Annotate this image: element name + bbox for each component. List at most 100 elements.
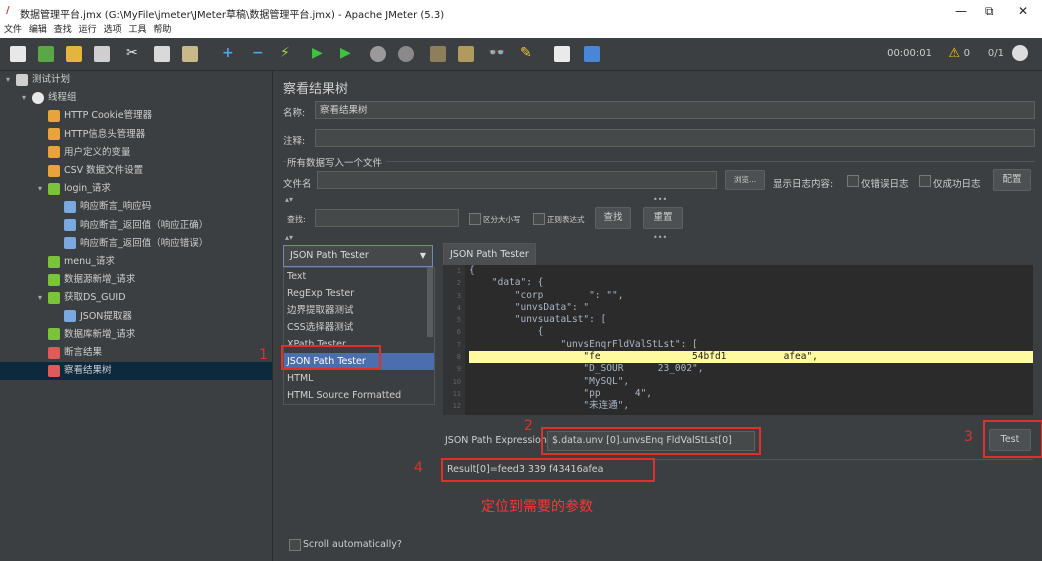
collapse-icon[interactable]: − [252, 45, 264, 61]
renderer-option[interactable]: HTML [284, 370, 434, 387]
save-icon[interactable] [94, 46, 110, 62]
tree-node-label: login_请求 [64, 183, 111, 195]
filename-field[interactable] [317, 171, 717, 189]
tree-node[interactable]: ▾ 测试计划 [0, 71, 272, 89]
help-icon[interactable] [584, 46, 600, 62]
tree-node[interactable]: CSV 数据文件设置 [0, 162, 272, 180]
tree-node[interactable]: ▾ 线程组 [0, 89, 272, 107]
tree-node[interactable]: ▾ login_请求 [0, 180, 272, 198]
tree-node[interactable]: menu_请求 [0, 253, 272, 271]
chevron-down-icon[interactable]: ▾ [22, 89, 32, 107]
renderer-option[interactable]: RegExp Tester [284, 285, 434, 302]
search-icon[interactable]: 👓 [488, 45, 505, 61]
success-only-checkbox[interactable] [919, 175, 931, 187]
renderer-option[interactable]: CSS选择器测试 [284, 319, 434, 336]
configure-button[interactable]: 配置 [993, 169, 1031, 191]
splitter-handle[interactable]: ••• [653, 195, 667, 204]
toggle-icon[interactable]: ⚡ [280, 45, 290, 61]
tree-node[interactable]: 响应断言_响应码 [0, 198, 272, 216]
cut-icon[interactable]: ✂ [126, 45, 138, 61]
clear-all-icon[interactable] [458, 46, 474, 62]
menu-help[interactable]: 帮助 [153, 25, 171, 35]
wrench-icon [48, 128, 60, 141]
scroll-auto-label: Scroll automatically? [303, 539, 402, 550]
chevron-down-icon[interactable]: ▾ [38, 180, 48, 198]
paste-icon[interactable] [182, 46, 198, 62]
tree-node[interactable]: 察看结果树 [0, 362, 272, 381]
case-sensitive-checkbox[interactable] [469, 213, 481, 225]
comment-field[interactable] [315, 129, 1035, 147]
menu-options[interactable]: 选项 [104, 25, 122, 35]
filename-label: 文件名 [283, 179, 312, 190]
menu-tools[interactable]: 工具 [128, 25, 146, 35]
clear-icon[interactable] [430, 46, 446, 62]
splitter-handle-2[interactable]: ••• [653, 233, 667, 242]
shutdown-icon[interactable] [398, 46, 414, 62]
gear-icon [32, 91, 44, 104]
tree-node[interactable]: HTTP Cookie管理器 [0, 107, 272, 125]
tree-node[interactable]: 响应断言_返回值（响应错误） [0, 235, 272, 253]
close-button[interactable]: ✕ [1018, 4, 1028, 18]
errors-only-checkbox[interactable] [847, 175, 859, 187]
renderer-option[interactable]: Text [284, 268, 434, 285]
menu-run[interactable]: 运行 [79, 25, 97, 35]
line-number: 7 [456, 340, 461, 349]
copy-icon[interactable] [154, 46, 170, 62]
stop-icon[interactable] [370, 46, 386, 62]
name-field[interactable]: 察看结果树 [315, 101, 1035, 119]
menu-search[interactable]: 查找 [54, 25, 72, 35]
search-field[interactable] [315, 209, 459, 227]
tree-node[interactable]: 响应断言_返回值（响应正确） [0, 217, 272, 235]
templates-icon[interactable] [38, 46, 54, 62]
success-only-label: 仅成功日志 [933, 179, 981, 190]
function-helper-icon[interactable] [554, 46, 570, 62]
tester-tabs: JSON Path Tester [443, 243, 1033, 266]
new-icon[interactable] [10, 46, 26, 62]
tree-node-label: 获取DS_GUID [64, 292, 126, 304]
tree-node[interactable]: 用户定义的变量 [0, 144, 272, 162]
toolbar: ✂ + − ⚡ ▶ ▶ 👓 ✎ 00:00:01 ⚠ 0 0/1 [0, 38, 1042, 71]
start-no-pause-icon[interactable]: ▶ [340, 45, 351, 61]
file-group-divider [283, 161, 1035, 162]
response-editor[interactable]: 1 2 3 4 5 6 7 8 9 10 11 12 { "data": { "… [443, 265, 1033, 415]
splitter-arrows-2[interactable]: ▴▾ [285, 233, 293, 242]
scroll-auto-checkbox[interactable] [289, 539, 301, 551]
code-line: "pp 4", [469, 387, 653, 399]
find-button[interactable]: 查找 [595, 207, 631, 229]
line-number: 8 [456, 353, 461, 362]
tree-node-label: 响应断言_返回值（响应正确） [80, 219, 209, 231]
tree-node[interactable]: JSON提取器 [0, 308, 272, 326]
tree-node[interactable]: 数据库新增_请求 [0, 326, 272, 344]
splitter-arrows[interactable]: ▴▾ [285, 195, 293, 204]
warning-icon[interactable]: ⚠ [948, 46, 960, 61]
tree-node[interactable]: ▾ 获取DS_GUID [0, 289, 272, 307]
line-number: 4 [456, 303, 461, 312]
line-number: 11 [452, 389, 461, 398]
annotation-box-1 [281, 345, 381, 370]
list-scrollbar[interactable] [427, 267, 433, 337]
maximize-button[interactable]: ⧉ [985, 4, 994, 19]
menu-file[interactable]: 文件 [4, 25, 22, 35]
chevron-down-icon[interactable]: ▾ [6, 71, 16, 89]
reset-search-icon[interactable]: ✎ [520, 45, 532, 61]
renderer-option[interactable]: 边界提取器测试 [284, 302, 434, 319]
line-number: 10 [452, 377, 461, 386]
browse-button[interactable]: 浏览... [725, 170, 765, 190]
tree-node[interactable]: 断言结果 [0, 344, 272, 362]
menu-edit[interactable]: 编辑 [29, 25, 47, 35]
jmeter-logo-icon: / [6, 5, 10, 16]
tree-node[interactable]: 数据源新增_请求 [0, 271, 272, 289]
tab-json-path-tester[interactable]: JSON Path Tester [443, 243, 536, 266]
chevron-down-icon[interactable]: ▾ [38, 289, 48, 307]
renderer-select[interactable]: JSON Path Tester ▼ [283, 245, 433, 267]
regex-checkbox[interactable] [533, 213, 545, 225]
remote-globe-icon[interactable] [1012, 45, 1028, 61]
minimize-button[interactable]: — [955, 4, 967, 18]
renderer-option[interactable]: HTML Source Formatted [284, 387, 434, 404]
menu-bar: 文件 编辑 查找 运行 选项 工具 帮助 [0, 22, 1042, 38]
open-icon[interactable] [66, 46, 82, 62]
tree-node[interactable]: HTTP信息头管理器 [0, 126, 272, 144]
expand-icon[interactable]: + [222, 45, 234, 61]
reset-button[interactable]: 重置 [643, 207, 683, 229]
start-icon[interactable]: ▶ [312, 45, 323, 61]
